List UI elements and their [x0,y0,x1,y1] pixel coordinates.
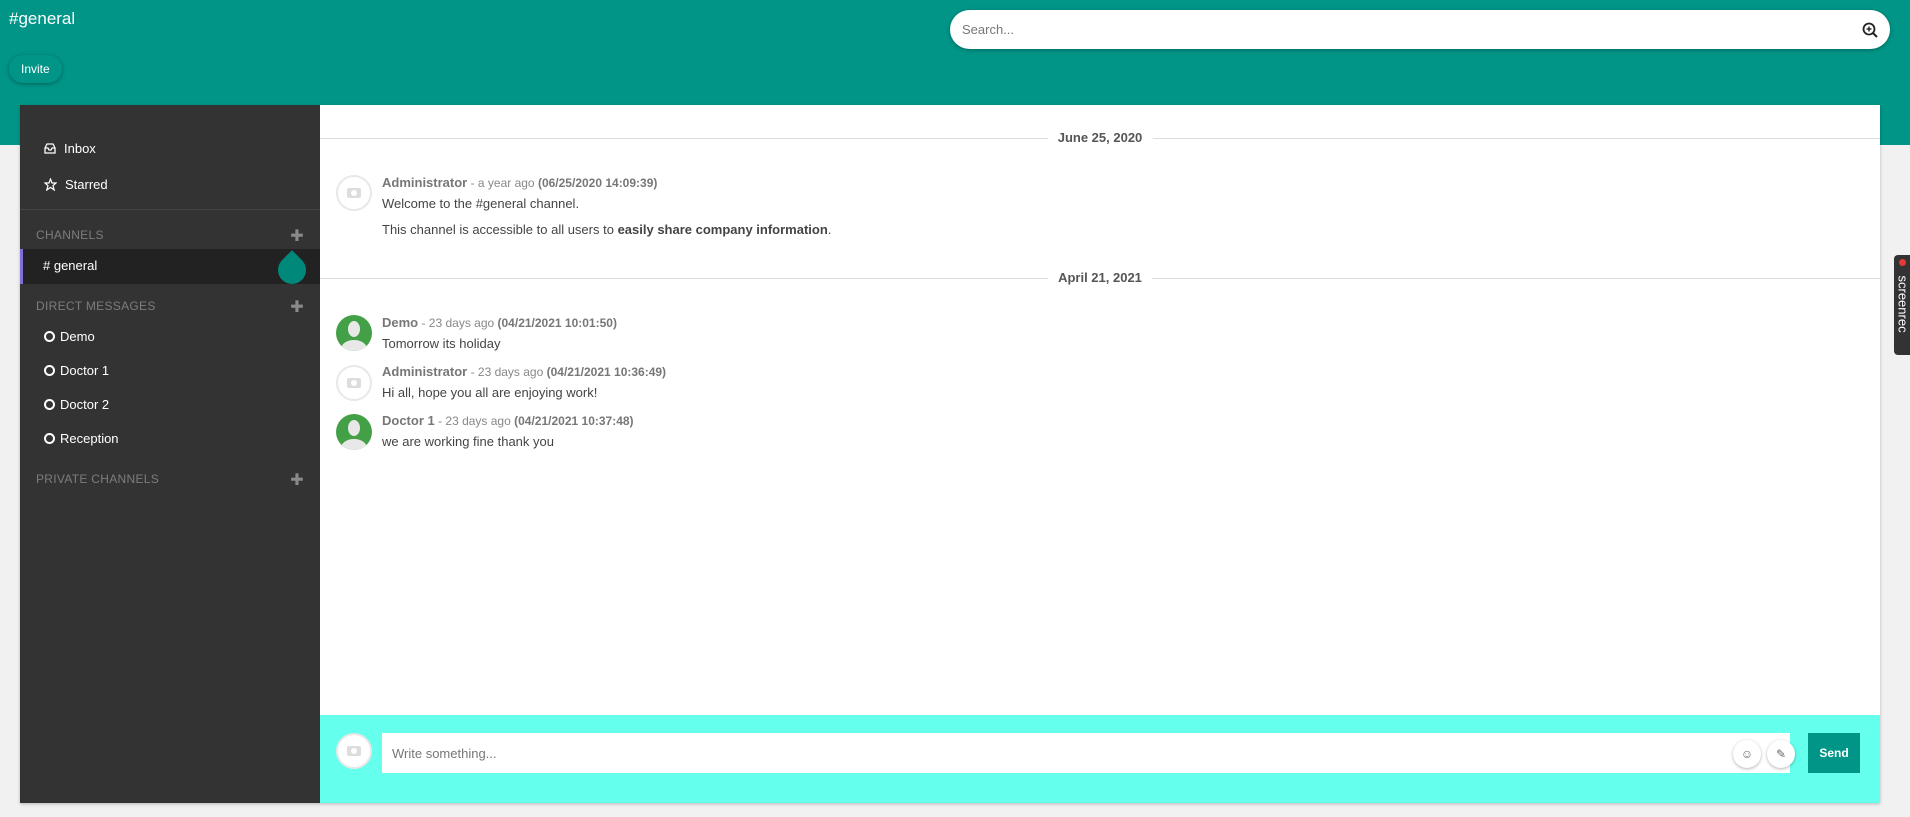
sidebar-item-doctor-1[interactable]: Doctor 1 [44,360,109,380]
message-input[interactable] [382,733,1790,773]
emoji-button[interactable]: ☺ [1733,740,1761,768]
timestamp: (06/25/2020 14:09:39) [537,176,658,190]
sidebar-item-doctor-2[interactable]: Doctor 2 [44,394,109,414]
user-silhouette-icon [341,321,367,351]
camera-icon [347,188,361,198]
message-composer: ☺ ✎ Send [320,715,1880,803]
channels-heading: CHANNELS ✚ [36,226,304,246]
user-silhouette-icon [341,420,367,450]
message-text: Welcome to the #general channel. [382,196,580,211]
camera-icon [347,378,361,388]
avatar [336,175,372,211]
section-heading-label: CHANNELS [36,228,104,242]
status-ring-icon [44,398,55,410]
date-separator: April 21, 2021 [320,270,1880,286]
date-separator: June 25, 2020 [320,130,1880,146]
star-icon [44,177,57,191]
status-ring-icon [44,432,55,444]
sidebar-divider [20,209,320,210]
chat-panel: Inbox Starred CHANNELS ✚ # general DIREC… [20,105,1880,803]
inbox-icon [44,142,56,154]
camera-icon [347,746,361,756]
section-heading-label: DIRECT MESSAGES [36,299,156,313]
dm-label: Doctor 2 [60,396,110,412]
message-text: we are working fine thank you [382,434,554,449]
avatar [336,365,372,401]
relative-time: - 23 days ago [434,414,515,428]
send-button[interactable]: Send [1808,733,1860,773]
page-title: #general [9,9,76,28]
invite-button[interactable]: Invite [9,55,62,83]
record-dot-icon [1899,259,1906,266]
avatar [336,414,372,450]
sidebar-item-label: Starred [65,176,108,192]
channel-label: # general [43,258,98,273]
sidebar-item-reception[interactable]: Reception [44,428,119,448]
screenrec-label: screenrec [1895,275,1910,333]
sidebar-item-inbox[interactable]: Inbox [44,137,96,159]
section-heading-label: PRIVATE CHANNELS [36,472,160,486]
author-name[interactable]: Doctor 1 [382,413,435,428]
message-area: June 25, 2020 Administrator - a year ago… [320,105,1880,803]
message-text-fragment: . [827,222,832,237]
add-channel-plus-icon[interactable]: ✚ [290,226,304,246]
message-text-fragment: This channel is accessible to all users … [382,222,618,237]
private-channels-heading: PRIVATE CHANNELS ✚ [36,470,304,490]
sidebar-item-label: Inbox [64,140,96,156]
sidebar-item-general[interactable]: # general [20,249,320,284]
emoji-icon: ☺ [1740,747,1754,761]
screenrec-overlay[interactable]: screenrec [1894,255,1910,355]
avatar [336,315,372,351]
sidebar-item-demo[interactable]: Demo [44,326,95,346]
direct-messages-heading: DIRECT MESSAGES ✚ [36,297,304,317]
relative-time: - a year ago [467,176,538,190]
message-text: Tomorrow its holiday [382,336,501,351]
zoom-search-icon[interactable] [1862,22,1878,38]
sidebar-item-starred[interactable]: Starred [44,173,108,195]
timestamp: (04/21/2021 10:37:48) [514,414,634,428]
message-meta: Doctor 1 - 23 days ago (04/21/2021 10:37… [382,413,634,428]
add-private-channel-plus-icon[interactable]: ✚ [290,470,304,490]
dm-label: Reception [60,430,119,446]
status-ring-icon [44,364,55,376]
timestamp: (04/21/2021 10:01:50) [497,316,617,330]
relative-time: - 23 days ago [418,316,498,330]
attach-button[interactable]: ✎ [1767,740,1795,768]
sidebar: Inbox Starred CHANNELS ✚ # general DIREC… [20,105,320,803]
dm-label: Demo [60,328,95,344]
add-direct-message-plus-icon[interactable]: ✚ [290,297,304,317]
dm-label: Doctor 1 [60,362,110,378]
avatar [336,733,372,769]
paperclip-icon: ✎ [1775,747,1787,761]
author-name[interactable]: Administrator [382,364,467,379]
date-label: June 25, 2020 [1047,130,1153,145]
relative-time: - 23 days ago [467,365,547,379]
author-name[interactable]: Administrator [382,175,467,190]
message-meta: Administrator - 23 days ago (04/21/2021 … [382,364,666,379]
status-ring-icon [44,330,55,342]
search-bar [950,10,1890,49]
author-name[interactable]: Demo [382,315,418,330]
message-meta: Administrator - a year ago (06/25/2020 1… [382,175,657,190]
message-meta: Demo - 23 days ago (04/21/2021 10:01:50) [382,315,617,330]
message-text: Hi all, hope you all are enjoying work! [382,385,598,400]
search-input[interactable] [962,10,1842,49]
message-text-bold: easily share company information [617,222,828,237]
date-label: April 21, 2021 [1048,270,1152,285]
timestamp: (04/21/2021 10:36:49) [546,365,667,379]
message-text: This channel is accessible to all users … [382,222,831,237]
